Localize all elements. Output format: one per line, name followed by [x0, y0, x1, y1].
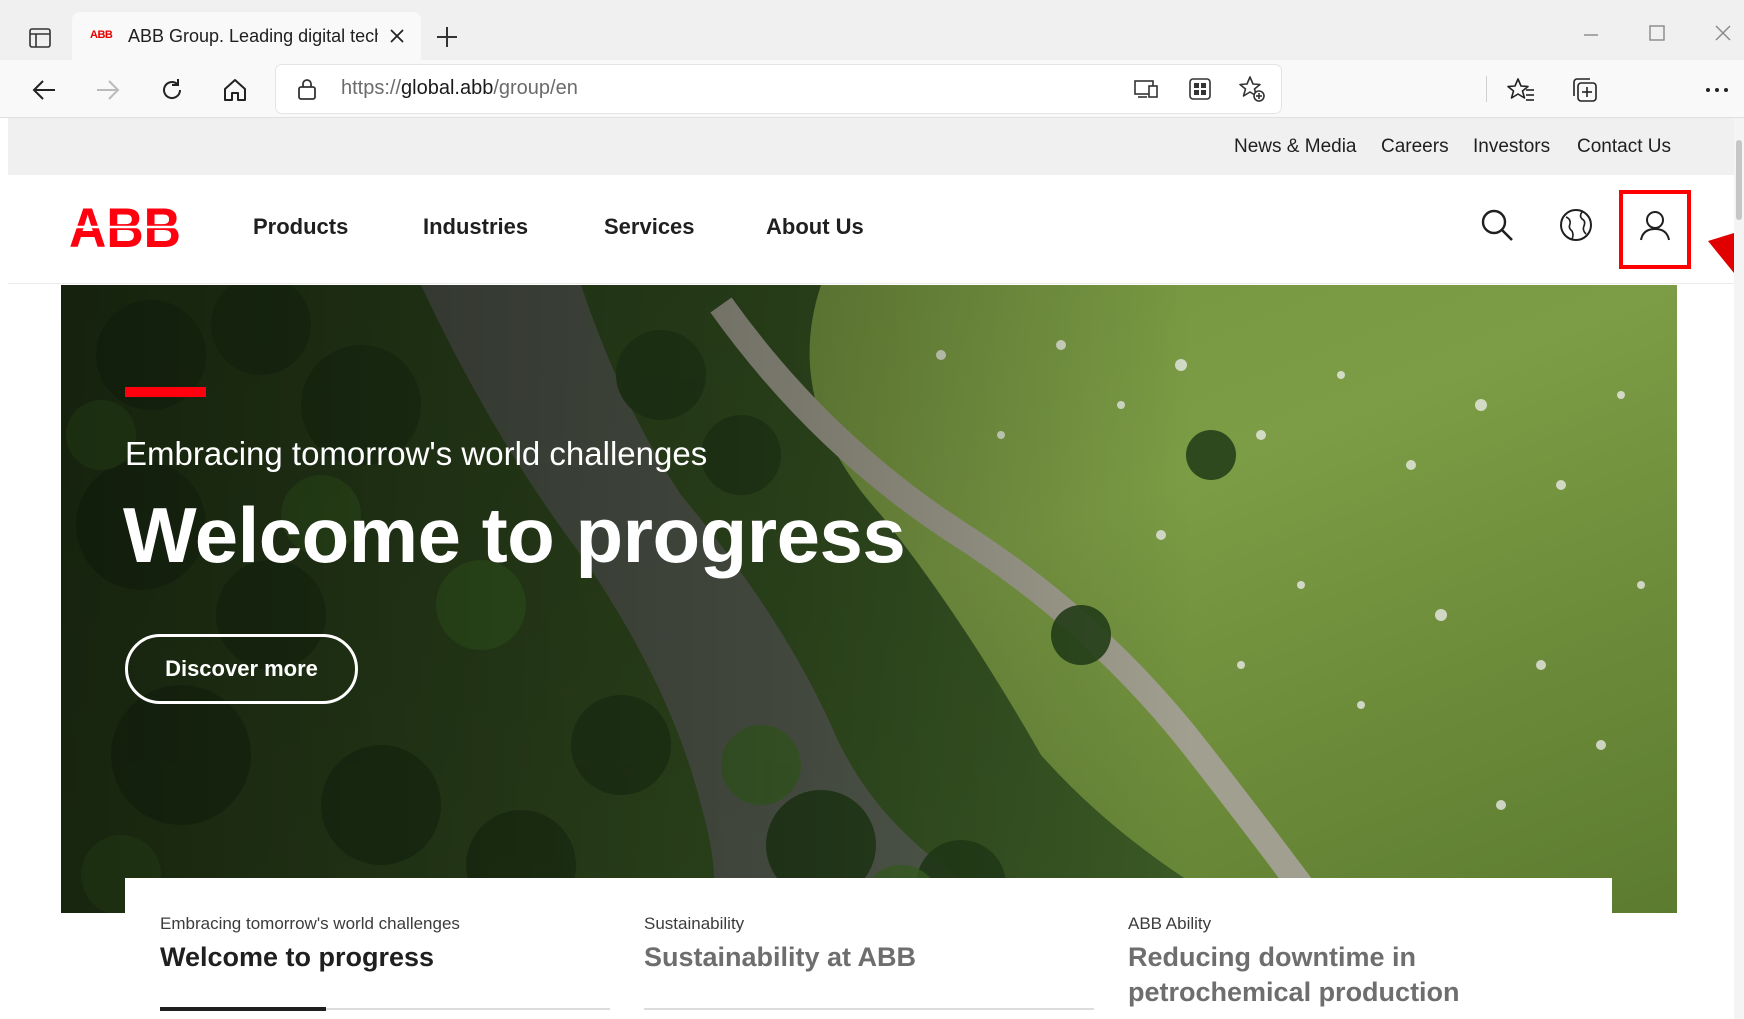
- utility-link-contact-us[interactable]: Contact Us: [1577, 136, 1671, 158]
- nav-item-services[interactable]: Services: [604, 214, 695, 240]
- search-icon[interactable]: [1475, 203, 1519, 247]
- card-progress-track: [644, 1008, 1094, 1010]
- utility-link-news-media[interactable]: News & Media: [1234, 136, 1357, 158]
- card-eyebrow: ABB Ability: [1128, 914, 1212, 933]
- utility-link-careers[interactable]: Careers: [1381, 136, 1449, 158]
- main-nav: ABB Products Industries Services About U…: [8, 175, 1734, 284]
- carousel-card-abb-ability[interactable]: ABB Ability Reducing downtime in petroch…: [1128, 878, 1578, 1019]
- card-eyebrow: Embracing tomorrow's world challenges: [160, 914, 460, 933]
- card-progress-indicator: [160, 1007, 326, 1011]
- browser-toolbar: https://global.abb/group/en: [0, 60, 1744, 118]
- user-icon-highlight-box: [1619, 190, 1691, 269]
- carousel-card-sustainability[interactable]: Sustainability Sustainability at ABB: [644, 878, 1094, 1019]
- lock-icon[interactable]: [296, 77, 318, 101]
- more-icon[interactable]: [1699, 72, 1735, 108]
- apps-icon[interactable]: [1186, 75, 1214, 103]
- card-title: Reducing downtime in petrochemical produ…: [1128, 942, 1460, 1007]
- immersive-reader-icon[interactable]: [1132, 75, 1160, 103]
- forward-arrow-icon[interactable]: [90, 72, 126, 108]
- browser-tab-strip: ABB ABB Group. Leading digital techr: [0, 0, 1744, 60]
- new-tab-icon[interactable]: [432, 22, 462, 52]
- nav-item-industries[interactable]: Industries: [423, 214, 528, 240]
- close-icon[interactable]: [387, 26, 407, 46]
- page-scrollbar[interactable]: [1734, 118, 1744, 1019]
- refresh-icon[interactable]: [154, 72, 190, 108]
- nav-item-about-us[interactable]: About Us: [766, 214, 864, 240]
- hero-accent-bar: [125, 387, 206, 397]
- discover-more-button[interactable]: Discover more: [125, 634, 358, 704]
- toolbar-separator: [1486, 76, 1487, 102]
- utility-link-investors[interactable]: Investors: [1473, 136, 1550, 158]
- maximize-icon[interactable]: [1642, 18, 1672, 48]
- scrollbar-thumb[interactable]: [1736, 140, 1742, 220]
- carousel-card-welcome[interactable]: Embracing tomorrow's world challenges We…: [160, 878, 610, 1019]
- home-icon[interactable]: [217, 72, 253, 108]
- hero-kicker: Embracing tomorrow's world challenges: [125, 435, 708, 472]
- browser-tab[interactable]: ABB ABB Group. Leading digital techr: [72, 12, 421, 60]
- address-bar[interactable]: https://global.abb/group/en: [276, 65, 1281, 113]
- address-url[interactable]: https://global.abb/group/en: [341, 77, 578, 100]
- nav-item-products[interactable]: Products: [253, 214, 348, 240]
- web-page: News & Media Careers Investors Contact U…: [8, 118, 1734, 1019]
- add-favorite-icon[interactable]: [1238, 75, 1266, 103]
- hero-carousel-cards: Embracing tomorrow's world challenges We…: [125, 878, 1612, 1019]
- tab-actions-icon[interactable]: [22, 23, 58, 53]
- globe-icon[interactable]: [1554, 203, 1598, 247]
- card-title: Welcome to progress: [160, 942, 435, 972]
- card-eyebrow: Sustainability: [644, 914, 745, 933]
- favorites-icon[interactable]: [1503, 72, 1539, 108]
- card-title: Sustainability at ABB: [644, 942, 917, 972]
- window-close-icon[interactable]: [1708, 18, 1738, 48]
- annotation-arrow: [1708, 233, 1734, 273]
- utility-nav: News & Media Careers Investors Contact U…: [8, 118, 1734, 175]
- collections-icon[interactable]: [1567, 72, 1603, 108]
- hero-overlay: [61, 285, 1677, 913]
- back-arrow-icon[interactable]: [26, 72, 62, 108]
- tab-title: ABB Group. Leading digital techr: [128, 25, 378, 46]
- minimize-icon[interactable]: [1576, 18, 1606, 48]
- abb-logo[interactable]: ABB: [68, 203, 182, 251]
- hero-title: Welcome to progress: [123, 491, 906, 579]
- hero-banner: Embracing tomorrow's world challenges We…: [61, 285, 1677, 913]
- tab-favicon: ABB: [90, 29, 113, 41]
